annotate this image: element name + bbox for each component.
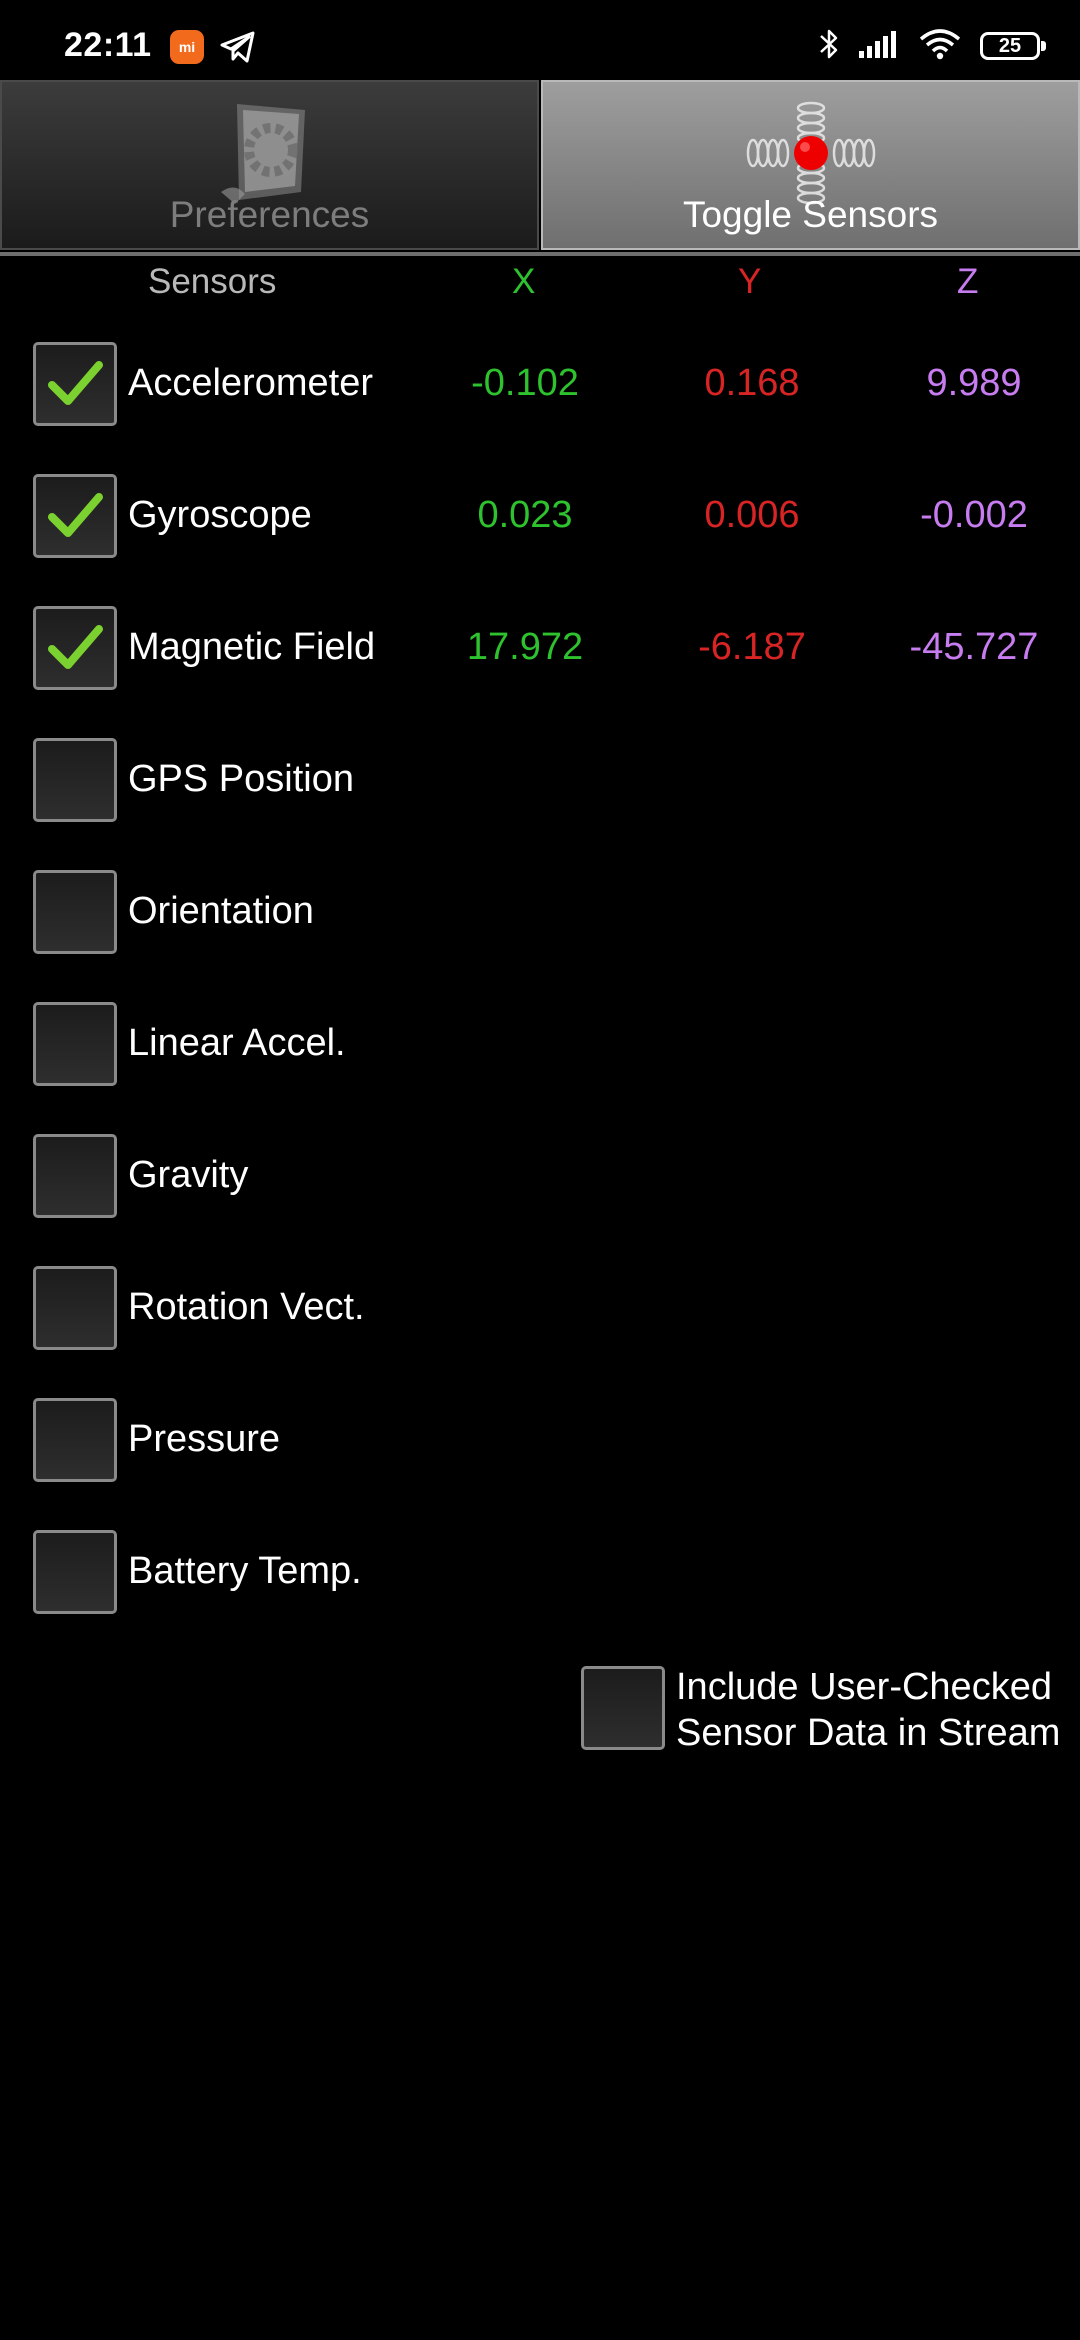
sensor-label: Magnetic Field (128, 626, 376, 668)
value-x: 17.972 (466, 626, 584, 668)
value-y: 0.006 (704, 494, 800, 536)
signal-icon (858, 29, 900, 64)
rotation-vect-checkbox[interactable] (33, 1266, 117, 1350)
telegram-icon (220, 30, 256, 64)
sensor-table-header: Sensors X Y Z (0, 262, 1080, 312)
value-x: 0.023 (477, 494, 573, 536)
sensor-label: GPS Position (128, 758, 354, 800)
magnetic-field-checkbox[interactable] (33, 606, 117, 690)
sensor-row-battery-temp: Battery Temp. (0, 1528, 1080, 1616)
orientation-checkbox[interactable] (33, 870, 117, 954)
sensor-row-gps-position: GPS Position (0, 736, 1080, 824)
header-x: X (512, 262, 536, 301)
tab-toggle-sensors-label: Toggle Sensors (682, 194, 939, 235)
bluetooth-icon (818, 26, 840, 67)
value-z: 9.989 (926, 362, 1022, 404)
checkmark-icon (48, 625, 103, 669)
tab-bar: Preferences Toggle Sensors (0, 80, 1080, 252)
sensor-label: Pressure (128, 1418, 281, 1460)
sensor-row-magnetic-field: Magnetic Field 17.972 -6.187 -45.727 (0, 604, 1080, 692)
sensor-row-linear-accel: Linear Accel. (0, 1000, 1080, 1088)
tab-preferences-label: Preferences (169, 194, 370, 235)
tab-toggle-sensors[interactable]: Toggle Sensors (541, 80, 1080, 250)
include-user-checked-option[interactable]: Include User-Checked Sensor Data in Stre… (580, 1664, 1070, 1764)
header-sensors: Sensors (148, 262, 277, 301)
value-y: 0.168 (704, 362, 800, 404)
gravity-checkbox[interactable] (33, 1134, 117, 1218)
battery-temp-checkbox[interactable] (33, 1530, 117, 1614)
sensor-label: Accelerometer (128, 362, 373, 404)
battery-icon: 25 (980, 32, 1046, 60)
sensor-label: Gyroscope (128, 494, 312, 536)
mi-app-icon: mi (170, 30, 204, 64)
include-user-checked-label: Include User-Checked Sensor Data in Stre… (676, 1664, 1060, 1756)
include-label-line2: Sensor Data in Stream (676, 1712, 1061, 1754)
gps-position-checkbox[interactable] (33, 738, 117, 822)
status-bar: 22:11 mi 25 (0, 0, 1080, 80)
sensor-label: Battery Temp. (128, 1550, 362, 1592)
value-z: -45.727 (909, 626, 1039, 668)
pressure-checkbox[interactable] (33, 1398, 117, 1482)
sensor-row-accelerometer: Accelerometer -0.102 0.168 9.989 (0, 340, 1080, 428)
header-y: Y (738, 262, 762, 301)
tab-divider (0, 252, 1080, 256)
sensor-label: Orientation (128, 890, 314, 932)
sensor-label: Rotation Vect. (128, 1286, 365, 1328)
accelerometer-checkbox[interactable] (33, 342, 117, 426)
sensor-label: Gravity (128, 1154, 249, 1196)
sensor-label: Linear Accel. (128, 1022, 346, 1064)
sensor-row-pressure: Pressure (0, 1396, 1080, 1484)
header-z: Z (957, 262, 979, 301)
sensor-row-gyroscope: Gyroscope 0.023 0.006 -0.002 (0, 472, 1080, 560)
status-time: 22:11 (64, 26, 152, 64)
sensor-row-orientation: Orientation (0, 868, 1080, 956)
linear-accel-checkbox[interactable] (33, 1002, 117, 1086)
wifi-icon (918, 28, 962, 65)
checkmark-icon (48, 361, 103, 405)
include-label-line1: Include User-Checked (676, 1666, 1052, 1708)
checkmark-icon (48, 493, 103, 537)
tab-preferences[interactable]: Preferences (0, 80, 539, 250)
include-user-checked-checkbox[interactable] (581, 1666, 665, 1750)
value-z: -0.002 (920, 494, 1028, 536)
status-icons: 25 (818, 26, 1046, 67)
value-x: -0.102 (471, 362, 579, 404)
gyroscope-checkbox[interactable] (33, 474, 117, 558)
sensor-row-gravity: Gravity (0, 1132, 1080, 1220)
value-y: -6.187 (698, 626, 806, 668)
sensor-row-rotation-vect: Rotation Vect. (0, 1264, 1080, 1352)
